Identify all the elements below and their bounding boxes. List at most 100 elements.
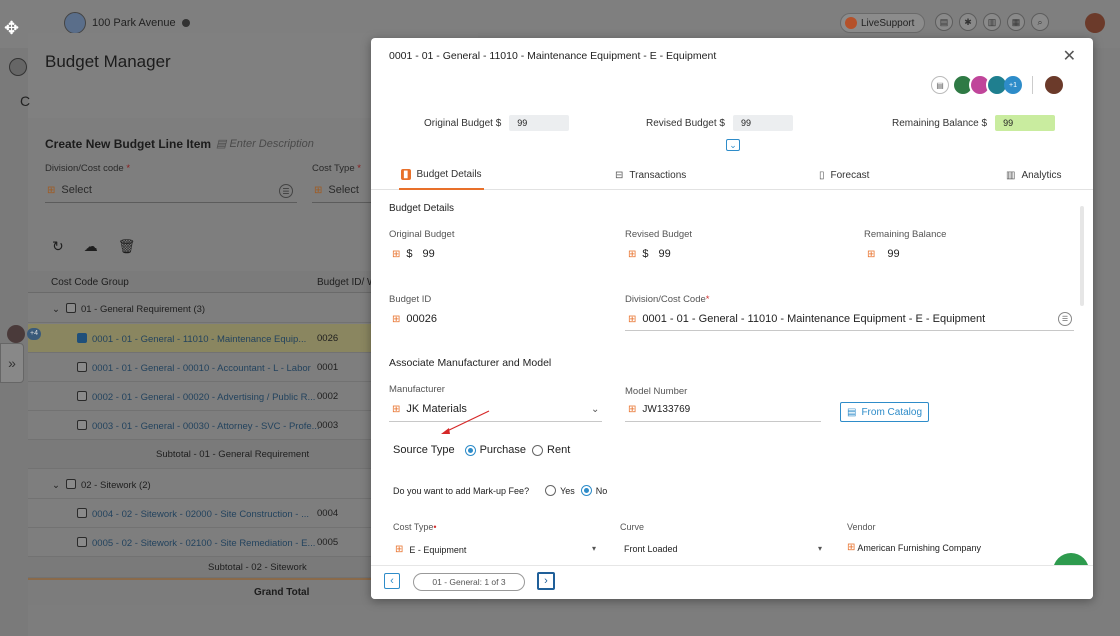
division-select[interactable]: ⊞ Select <box>47 184 92 196</box>
grid-icon[interactable]: ▦ <box>1007 13 1025 31</box>
cost-type-label: Cost Type• <box>393 522 437 532</box>
list-select-icon[interactable]: ☰ <box>279 184 293 198</box>
checkbox[interactable] <box>77 537 87 547</box>
division-cost-code-select[interactable]: ⊞ 0001 - 01 - General - 11010 - Maintena… <box>628 313 985 325</box>
description-input[interactable]: ▤ Enter Description <box>216 137 314 150</box>
document-icon[interactable]: ▤ <box>931 76 949 94</box>
grid-icon: ⊞ <box>628 248 637 260</box>
radio-rent[interactable] <box>532 444 544 456</box>
grid-icon: ⊞ <box>628 404 637 415</box>
grid-icon: ⊞ <box>628 313 637 325</box>
project-name: 100 Park Avenue <box>92 17 176 29</box>
budget-icon: ▮ <box>401 168 411 180</box>
checkbox[interactable] <box>77 391 87 401</box>
previous-page-button[interactable]: ‹ <box>384 573 400 589</box>
row-assignees[interactable]: +4 <box>7 325 41 343</box>
home-icon[interactable] <box>9 58 27 76</box>
tab-analytics[interactable]: ▥ Analytics <box>1006 160 1061 190</box>
from-catalog-button[interactable]: ▤ From Catalog <box>840 402 930 422</box>
revised-budget-value: ⊞ $ 99 <box>628 248 671 260</box>
revised-budget-label: Revised Budget <box>625 229 693 240</box>
more-members-badge[interactable]: +1 <box>1004 76 1022 94</box>
scrollbar[interactable] <box>1080 206 1084 306</box>
checkbox[interactable] <box>65 303 76 313</box>
kpi-original-budget: Original Budget $ 99 <box>424 115 570 131</box>
col-cost-code-group[interactable]: Cost Code Group <box>51 277 129 288</box>
kpi-revised-budget: Revised Budget $ 99 <box>646 115 793 131</box>
close-icon[interactable]: ✕ <box>1063 46 1076 66</box>
live-support-icon <box>845 17 857 29</box>
owner-avatar[interactable] <box>1043 74 1065 96</box>
create-line-item-title: Create New Budget Line Item <box>45 137 212 151</box>
manufacturer-label: Manufacturer <box>389 384 445 395</box>
model-number-input[interactable]: ⊞ JW133769 <box>628 404 690 415</box>
next-page-button[interactable]: › <box>537 572 555 590</box>
move-cursor-icon: ✥ <box>4 18 20 38</box>
col-budget-id[interactable]: Budget ID/ W <box>317 277 376 288</box>
budget-id-value: ⊞ 00026 <box>392 313 437 325</box>
division-cost-code-label: Division/Cost Code* <box>625 294 710 305</box>
grid-icon: ⊞ <box>392 403 401 415</box>
radio-markup-no[interactable] <box>580 485 592 496</box>
grid-icon: ⊞ <box>314 184 323 196</box>
reload-icon[interactable]: ↻ <box>52 238 64 255</box>
budget-line-detail-modal: 0001 - 01 - General - 11010 - Maintenanc… <box>371 38 1093 599</box>
trash-icon[interactable]: 🗑 <box>118 238 136 255</box>
user-avatar[interactable] <box>1085 13 1105 33</box>
analytics-icon: ▥ <box>1006 169 1016 181</box>
annotation-arrow <box>441 410 490 434</box>
modal-title: 0001 - 01 - General - 11010 - Maintenanc… <box>389 50 717 62</box>
vendor-select[interactable]: ⊞ American Furnishing Company <box>847 542 981 553</box>
expand-sidebar-icon[interactable]: » <box>0 343 24 383</box>
search-icon[interactable]: ⌕ <box>1031 13 1049 31</box>
chevron-down-icon[interactable]: ⌄ <box>52 480 60 491</box>
checkbox[interactable] <box>77 333 87 343</box>
assignee-avatar <box>7 325 25 343</box>
chevron-down-icon[interactable]: ⌄ <box>726 139 740 151</box>
checkbox[interactable] <box>77 420 87 430</box>
original-budget-value: ⊞ $ 99 <box>392 248 435 260</box>
cost-type-label: Cost Type * <box>312 163 361 174</box>
cloud-upload-icon[interactable]: ☁ <box>84 238 98 255</box>
source-type-group: Source Type Purchase Rent <box>393 444 571 456</box>
checkbox[interactable] <box>65 479 76 489</box>
curve-select[interactable]: Front Loaded <box>624 544 678 554</box>
list-select-icon[interactable]: ☰ <box>1058 312 1072 326</box>
markup-group: Do you want to add Mark-up Fee? Yes No <box>393 485 608 496</box>
calendar-icon[interactable]: ▤ <box>935 13 953 31</box>
modal-footer: ‹ 01 - General: 1 of 3 › <box>371 565 1093 599</box>
chevron-down-icon[interactable]: ⌄ <box>52 304 60 315</box>
checkbox[interactable] <box>77 508 87 518</box>
project-selector[interactable]: 100 Park Avenue <box>44 12 190 34</box>
refresh-icon[interactable]: C <box>20 93 30 109</box>
radio-markup-yes[interactable] <box>545 485 557 496</box>
assignee-count-badge: +4 <box>27 328 41 340</box>
project-settings-icon[interactable] <box>181 19 190 27</box>
tab-transactions[interactable]: ⊟ Transactions <box>615 160 686 190</box>
chevron-down-icon[interactable]: ▾ <box>592 544 596 553</box>
document-icon[interactable]: ▥ <box>983 13 1001 31</box>
grid-icon: ⊞ <box>392 248 401 260</box>
cost-type-select[interactable]: ⊞ Select <box>314 184 359 196</box>
transactions-icon: ⊟ <box>615 169 624 181</box>
remaining-balance-value: ⊞ 99 <box>867 248 900 260</box>
radio-purchase[interactable] <box>464 444 476 456</box>
budget-id-label: Budget ID <box>389 294 432 305</box>
chevron-down-icon[interactable]: ▾ <box>818 544 822 553</box>
cost-type-select[interactable]: ⊞ E - Equipment <box>395 544 466 555</box>
edit-icon: ▤ <box>216 138 230 150</box>
budget-manager-title: Budget Manager <box>45 52 171 71</box>
tab-budget-details[interactable]: ▮ Budget Details <box>399 160 484 190</box>
grid-icon: ⊞ <box>395 544 404 555</box>
section-associate-manufacturer: Associate Manufacturer and Model <box>389 357 552 369</box>
puzzle-icon[interactable]: ✱ <box>959 13 977 31</box>
tab-bar: ▮ Budget Details ⊟ Transactions ▯ Foreca… <box>371 160 1093 190</box>
grid-icon: ⊞ <box>392 313 401 325</box>
project-avatar <box>64 12 86 34</box>
chevron-down-icon[interactable]: ⌄ <box>591 404 599 415</box>
grid-icon: ⊞ <box>867 248 876 260</box>
tab-forecast[interactable]: ▯ Forecast <box>819 160 869 190</box>
checkbox[interactable] <box>77 362 87 372</box>
grid-icon: ⊞ <box>847 542 856 553</box>
live-support-button[interactable]: LiveSupport <box>840 13 926 33</box>
